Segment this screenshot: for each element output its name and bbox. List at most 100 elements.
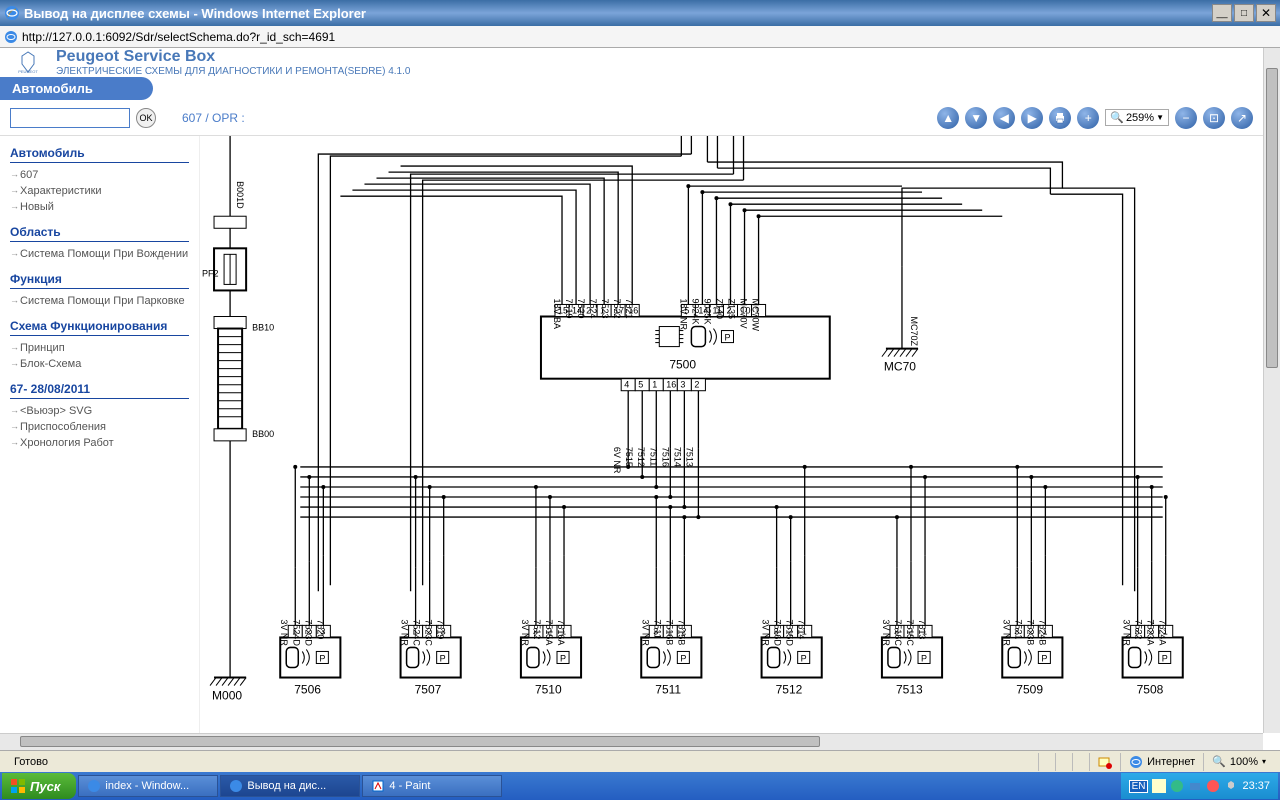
svg-text:MC70V: MC70V (739, 298, 749, 328)
svg-text:BB10: BB10 (252, 323, 274, 333)
print-button[interactable] (1049, 107, 1071, 129)
zoom-in-button[interactable]: + (1077, 107, 1099, 129)
svg-text:7513: 7513 (896, 683, 923, 697)
vehicle-tab[interactable]: Автомобиль (0, 77, 153, 100)
sidebar-section: Автомобиль (10, 146, 189, 163)
taskbar: Пуск index - Window... Вывод на дис... 4… (0, 772, 1280, 800)
svg-text:3: 3 (680, 380, 685, 390)
svg-text:3V NR: 3V NR (1122, 619, 1132, 646)
sidebar-item[interactable]: <Вьюэр> SVG (10, 403, 189, 419)
sidebar-item[interactable]: Хронология Работ (10, 435, 189, 451)
svg-text:7511: 7511 (655, 683, 681, 697)
minimize-button[interactable]: __ (1212, 4, 1232, 22)
lang-indicator[interactable]: EN (1129, 780, 1149, 793)
svg-text:7522: 7522 (612, 298, 622, 318)
task-3[interactable]: 4 - Paint (362, 775, 502, 797)
page-icon (4, 30, 18, 44)
svg-text:1: 1 (652, 380, 657, 390)
svg-text:PF2: PF2 (202, 268, 219, 278)
svg-text:Z135: Z135 (726, 298, 736, 319)
svg-text:7519: 7519 (564, 298, 574, 318)
svg-text:4: 4 (624, 380, 629, 390)
task-2[interactable]: Вывод на дис... (220, 775, 360, 797)
svg-text:P: P (319, 653, 325, 663)
zoom-out-button[interactable]: − (1175, 107, 1197, 129)
status-zoom[interactable]: 🔍100%▾ (1203, 753, 1274, 771)
system-tray[interactable]: EN 23:37 (1121, 773, 1278, 799)
nav-left-button[interactable]: ◀ (993, 107, 1015, 129)
svg-text:5: 5 (638, 380, 643, 390)
svg-text:7524D: 7524D (291, 619, 301, 646)
svg-text:7516B: 7516B (664, 619, 674, 645)
sidebar-item[interactable]: Система Помощи При Вождении (10, 246, 189, 262)
sidebar-item[interactable]: Характеристики (10, 183, 189, 199)
url-input[interactable] (22, 30, 1276, 44)
svg-text:7516C: 7516C (893, 619, 903, 646)
tray-icon-4[interactable] (1206, 779, 1220, 793)
search-input[interactable] (10, 108, 130, 128)
svg-text:7512: 7512 (776, 683, 803, 697)
svg-text:P: P (921, 653, 927, 663)
sidebar-section: Функция (10, 272, 189, 289)
tray-icon-2[interactable] (1170, 779, 1184, 793)
svg-text:7515C: 7515C (905, 619, 915, 646)
expand-button[interactable]: ↗ (1231, 107, 1253, 129)
svg-text:7514: 7514 (672, 447, 682, 467)
tray-icon-1[interactable] (1152, 779, 1166, 793)
nav-up-button[interactable]: ▲ (937, 107, 959, 129)
svg-text:7512: 7512 (636, 447, 646, 467)
sensor-7510: P75103213V NR75127515A7516A (520, 555, 581, 696)
address-bar (0, 26, 1280, 48)
tray-icon-5[interactable] (1224, 779, 1238, 793)
close-button[interactable]: ✕ (1256, 4, 1276, 22)
svg-text:7523B: 7523B (1025, 619, 1035, 645)
svg-text:7516: 7516 (660, 447, 670, 467)
task-1[interactable]: index - Window... (78, 775, 218, 797)
svg-text:7508: 7508 (1137, 683, 1164, 697)
diagram-viewer[interactable]: B001D PF2 BB10 (200, 136, 1263, 733)
vertical-scrollbar[interactable] (1263, 48, 1280, 733)
zoom-select[interactable]: 🔍259%▼ (1105, 109, 1169, 126)
sidebar-section: Схема Функционирования (10, 319, 189, 336)
svg-text:9025K: 9025K (702, 298, 712, 324)
svg-text:2: 2 (694, 380, 699, 390)
svg-text:7507: 7507 (415, 683, 442, 697)
tray-icon-3[interactable] (1188, 779, 1202, 793)
svg-text:3V NR: 3V NR (881, 619, 891, 646)
svg-text:P: P (801, 653, 807, 663)
sidebar-item[interactable]: Приспособления (10, 419, 189, 435)
svg-text:B001D: B001D (235, 181, 245, 209)
svg-text:7523A: 7523A (1146, 619, 1156, 645)
window-titlebar: Вывод на дисплее схемы - Windows Interne… (0, 0, 1280, 26)
status-sep3 (1072, 753, 1089, 771)
svg-text:P: P (1162, 653, 1168, 663)
svg-text:3V NR: 3V NR (1001, 619, 1011, 646)
connector-b001d: B001D (214, 136, 246, 228)
sidebar: Автомобиль607ХарактеристикиНовыйОбластьС… (0, 136, 200, 733)
sidebar-item[interactable]: 607 (10, 167, 189, 183)
fit-button[interactable]: ⊡ (1203, 107, 1225, 129)
sidebar-item[interactable]: Новый (10, 199, 189, 215)
subbar: Автомобиль (0, 76, 1263, 100)
maximize-button[interactable]: □ (1234, 4, 1254, 22)
svg-text:MC70: MC70 (884, 360, 916, 374)
status-sep1 (1038, 753, 1055, 771)
svg-text:6V NR: 6V NR (612, 447, 622, 474)
svg-text:M000: M000 (212, 689, 242, 703)
svg-text:7523: 7523 (600, 298, 610, 318)
svg-text:3V NR: 3V NR (640, 619, 650, 646)
nav-right-button[interactable]: ▶ (1021, 107, 1043, 129)
sidebar-item[interactable]: Принцип (10, 340, 189, 356)
ie-statusbar: Готово Интернет 🔍100%▾ (0, 750, 1280, 772)
sidebar-item[interactable]: Блок-Схема (10, 356, 189, 372)
sidebar-item[interactable]: Система Помощи При Парковке (10, 293, 189, 309)
status-ready: Готово (6, 753, 56, 771)
horizontal-scrollbar[interactable] (0, 733, 1263, 750)
svg-text:7511: 7511 (652, 619, 662, 638)
clock: 23:37 (1242, 780, 1270, 792)
nav-down-button[interactable]: ▼ (965, 107, 987, 129)
svg-text:16: 16 (666, 380, 676, 390)
ok-button[interactable]: OK (136, 108, 156, 128)
svg-text:7513: 7513 (684, 447, 694, 467)
start-button[interactable]: Пуск (2, 773, 76, 799)
